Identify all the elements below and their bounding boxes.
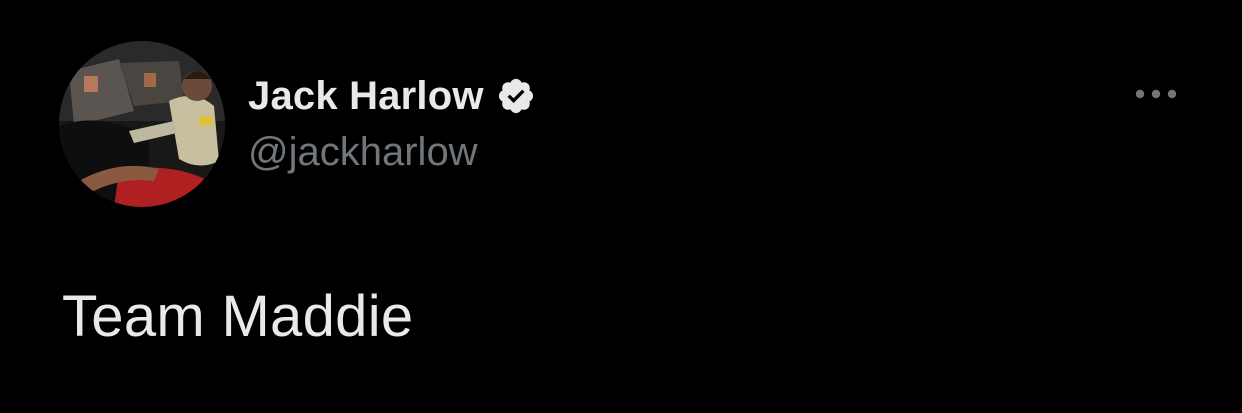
author-name-row[interactable]: Jack Harlow: [248, 70, 536, 122]
tweet-card: Jack Harlow @jackharlow Team Maddie: [0, 0, 1242, 413]
verified-badge-icon: [496, 76, 536, 116]
more-options-button[interactable]: [1128, 80, 1184, 108]
author-handle[interactable]: @jackharlow: [248, 130, 478, 175]
tweet-text: Team Maddie: [62, 284, 414, 349]
author-display-name[interactable]: Jack Harlow: [248, 74, 484, 119]
more-options-icon: [1135, 89, 1177, 99]
avatar[interactable]: [59, 41, 225, 207]
avatar-image: [59, 41, 225, 207]
